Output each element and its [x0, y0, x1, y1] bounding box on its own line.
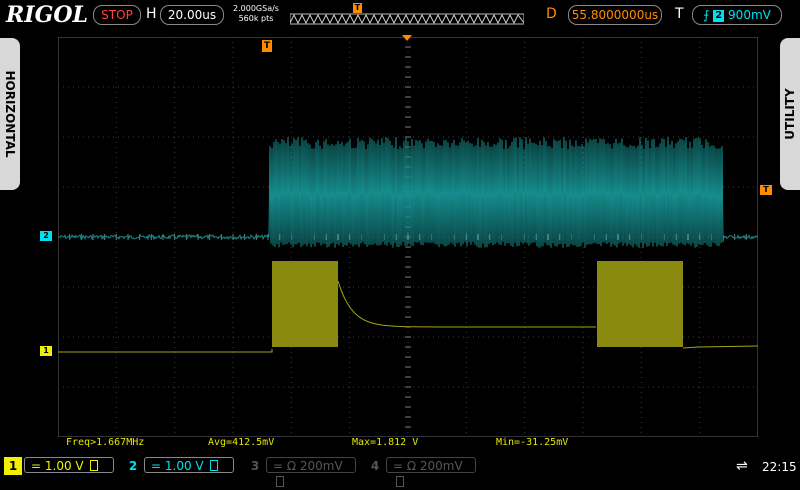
ch1-offset-marker[interactable]: 1: [40, 346, 52, 356]
ch2-settings: = 1.00 V: [144, 457, 234, 473]
measurement-max: Max=1.812 V: [352, 437, 419, 448]
ch4-coupling: =: [393, 459, 404, 473]
ch1-coupling: =: [31, 459, 42, 473]
overview-wave: [290, 13, 524, 25]
ch3-settings: = Ω 200mV: [266, 457, 356, 487]
ch2-number: 2: [128, 459, 138, 473]
measurement-min: Min=-31.25mV: [496, 437, 569, 448]
waveform-display[interactable]: [58, 37, 758, 437]
ch2-offset-marker[interactable]: 2: [40, 231, 52, 241]
battery-icon: [276, 476, 284, 487]
utility-tab-label: UTILITY: [783, 88, 797, 140]
run-stop-status[interactable]: STOP: [93, 5, 141, 25]
horizontal-tab-label: HORIZONTAL: [3, 70, 17, 158]
ch4-number: 4: [370, 459, 380, 473]
trigger-position-marker[interactable]: T: [262, 40, 272, 52]
utility-menu-tab[interactable]: UTILITY: [780, 38, 800, 190]
rising-edge-icon: ⨍: [703, 8, 710, 22]
trigger-label: T: [675, 6, 684, 22]
center-marker: [402, 35, 412, 41]
trigger-level: 900mV: [728, 8, 771, 22]
trigger-level-marker[interactable]: T: [760, 185, 772, 195]
ch3-coupling: =: [273, 459, 284, 473]
measurement-freq: Freq>1.667MHz: [66, 437, 145, 448]
battery-icon: [396, 476, 404, 487]
battery-icon: [210, 460, 219, 471]
ch3-status[interactable]: 3 = Ω 200mV: [246, 457, 358, 487]
rigol-logo: RIGOL: [6, 2, 88, 28]
ch1-number: 1: [4, 457, 22, 475]
delay-value[interactable]: 55.8000000us: [568, 5, 662, 25]
battery-icon: [90, 460, 99, 471]
ch2-scale: 1.00 V: [164, 459, 204, 473]
ch1-burst-1: [272, 261, 338, 347]
ch4-scale: Ω 200mV: [406, 459, 463, 473]
ch1-scale: 1.00 V: [44, 459, 84, 473]
sample-info: 2.000GSa/s 560k pts: [228, 4, 284, 24]
ch1-status[interactable]: 1 = 1.00 V: [4, 457, 116, 475]
ch2-status[interactable]: 2 = 1.00 V: [124, 457, 236, 475]
ch1-settings: = 1.00 V: [24, 457, 114, 473]
horizontal-label: H: [146, 6, 157, 22]
trigger-settings[interactable]: ⨍ 2 900mV: [692, 5, 782, 25]
delay-label: D: [546, 6, 557, 22]
ch2-coupling: =: [151, 459, 162, 473]
ch3-scale: Ω 200mV: [286, 459, 343, 473]
ch4-settings: = Ω 200mV: [386, 457, 476, 487]
clock: 22:15: [762, 460, 797, 474]
measurement-avg: Avg=412.5mV: [208, 437, 275, 448]
ch4-status[interactable]: 4 = Ω 200mV: [366, 457, 478, 487]
horizontal-menu-tab[interactable]: HORIZONTAL: [0, 38, 20, 190]
timebase-value[interactable]: 20.00us: [160, 5, 224, 25]
oscilloscope-screen: RIGOL STOP H 20.00us 2.000GSa/s 560k pts…: [0, 0, 800, 487]
memory-depth: 560k pts: [238, 14, 274, 23]
overview-trigger-marker: T: [353, 3, 362, 13]
trigger-source-badge: 2: [713, 10, 725, 22]
memory-overview-bar[interactable]: [290, 4, 524, 26]
ch1-burst-2: [597, 261, 683, 347]
usb-icon: ⇌: [736, 458, 748, 474]
sample-rate: 2.000GSa/s: [233, 4, 279, 13]
ch3-number: 3: [250, 459, 260, 473]
